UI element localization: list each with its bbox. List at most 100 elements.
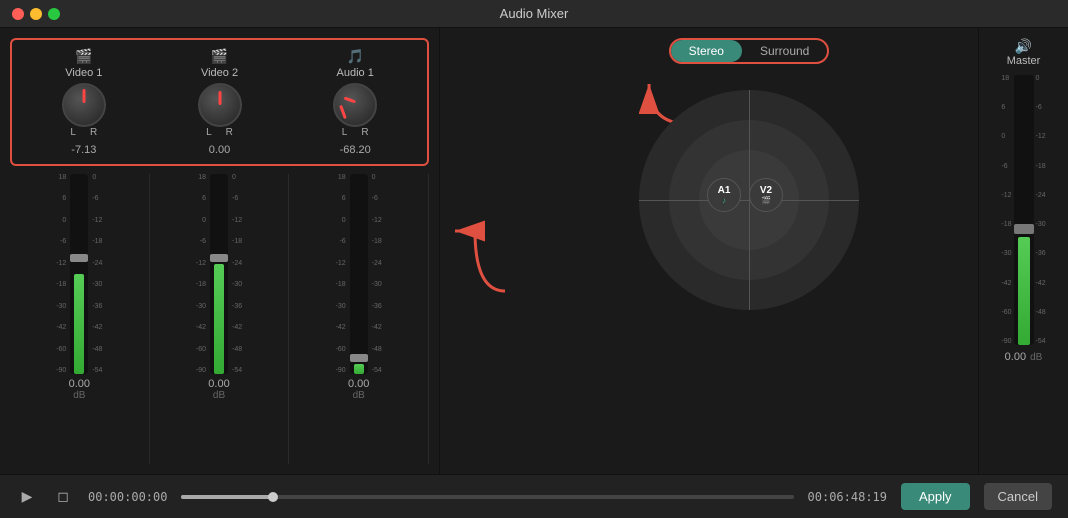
master-fader-handle[interactable] [1014,224,1034,234]
video1-lr: L R [70,127,97,138]
audio1-slider-db-unit: dB [353,390,365,401]
audio1-l: L [342,127,348,138]
master-level-bar [1018,237,1030,345]
audio1-slider-area: 18 6 0 -6 -12 -18 -30 -42 -60 -90 [291,174,426,374]
surround-dot-a1[interactable]: A1 ♪ [707,178,741,212]
left-panel: 🎬 Video 1 L R -7.13 🎬 Video 2 [0,28,440,474]
video2-knob[interactable] [198,83,242,127]
video2-fader-track[interactable] [210,174,228,374]
video1-slider-area: 18 6 0 -6 -12 -18 -30 -42 -60 -90 [12,174,147,374]
video2-scale-left: 18 6 0 -6 -12 -18 -30 -42 -60 -90 [196,174,208,374]
window-controls[interactable] [12,8,60,20]
stereo-surround-toggle[interactable]: Stereo Surround [669,38,830,64]
timecode-end: 00:06:48:19 [808,490,887,504]
master-fader[interactable] [1014,75,1034,345]
video2-db-value: 0.00 [209,144,230,156]
master-slider-area: 18 6 0 -6 -12 -18 -30 -42 -60 -90 0 -6 -… [1001,75,1045,345]
video1-knob-container: L R [62,83,106,138]
master-db-value: 0.00 [1005,351,1026,363]
audio1-scale-right: 0 -6 -12 -18 -24 -30 -36 -42 -48 -54 [370,174,382,374]
audio1-db-value: -68.20 [340,144,371,156]
channel-audio1-header: 🎵 Audio 1 [337,48,374,79]
surround-dot-v2[interactable]: V2 🎬 [749,178,783,212]
minimize-button[interactable] [30,8,42,20]
audio1-slider-db: 0.00 [348,378,369,390]
video1-icon: 🎬 [75,48,92,65]
stop-button[interactable]: ◻ [52,486,74,508]
channel-box: 🎬 Video 1 L R -7.13 🎬 Video 2 [10,38,429,166]
audio1-r: R [361,127,368,138]
video2-knob-container: L R [198,83,242,138]
video2-icon: 🎬 [211,48,228,65]
video1-slider-db-unit: dB [73,390,85,401]
audio1-fader-handle[interactable] [350,354,368,362]
audio1-icon: 🎵 [346,48,363,65]
master-section: 🔊 Master 18 6 0 -6 -12 -18 -30 -42 -60 -… [978,28,1068,474]
video2-slider-channel: 18 6 0 -6 -12 -18 -30 -42 -60 -90 [150,174,290,464]
master-scale-right: 0 -6 -12 -18 -24 -30 -36 -42 -48 -54 [1036,75,1046,345]
video1-level-bar [74,274,84,374]
master-header: 🔊 Master [1007,38,1041,67]
channel-video1-name: Video 1 [65,67,102,79]
video1-scale-right: 0 -6 -12 -18 -24 -30 -36 -42 -48 -54 [90,174,102,374]
dot-v2-icon: 🎬 [761,196,771,205]
progress-handle[interactable] [268,492,278,502]
master-label: Master [1007,55,1041,67]
maximize-button[interactable] [48,8,60,20]
video2-l: L [206,127,212,138]
play-button[interactable]: ▶ [16,486,38,508]
master-scale-left: 18 6 0 -6 -12 -18 -30 -42 -60 -90 [1001,75,1011,345]
middle-panel [440,28,520,474]
audio1-level-bar [354,364,364,374]
stereo-button[interactable]: Stereo [671,40,742,62]
video2-scale-right: 0 -6 -12 -18 -24 -30 -36 -42 -48 -54 [230,174,242,374]
video1-knob[interactable] [62,83,106,127]
video2-slider-db: 0.00 [208,378,229,390]
channel-video1-header: 🎬 Video 1 [65,48,102,79]
close-button[interactable] [12,8,24,20]
video2-slider-area: 18 6 0 -6 -12 -18 -30 -42 -60 -90 [152,174,287,374]
video2-level-bar [214,264,224,374]
video2-slider-bottom: 0.00 dB [208,378,229,401]
audio1-fader-track[interactable] [350,174,368,374]
surround-button[interactable]: Surround [742,40,827,62]
master-speaker-icon: 🔊 [1015,38,1032,55]
dot-a1-icon: ♪ [722,196,726,205]
video1-fader-track[interactable] [70,174,88,374]
channel-video1: 🎬 Video 1 L R -7.13 [20,48,148,156]
window-title: Audio Mixer [500,6,569,21]
bottom-toolbar: ▶ ◻ 00:00:00:00 00:06:48:19 Apply Cancel [0,474,1068,518]
video1-slider-bottom: 0.00 dB [69,378,90,401]
apply-button[interactable]: Apply [901,483,970,510]
channel-video2-name: Video 2 [201,67,238,79]
surround-container: A1 ♪ V2 🎬 [639,90,859,310]
video1-db-value: -7.13 [71,144,96,156]
video2-lr: L R [206,127,233,138]
timecode-start: 00:00:00:00 [88,490,167,504]
channel-video2-header: 🎬 Video 2 [201,48,238,79]
channel-audio1-name: Audio 1 [337,67,374,79]
audio1-slider-bottom: 0.00 dB [348,378,369,401]
audio1-lr: L R [342,127,369,138]
audio1-knob[interactable] [333,83,377,127]
video2-fader-handle[interactable] [210,254,228,262]
video1-fader-handle[interactable] [70,254,88,262]
sliders-section: 18 6 0 -6 -12 -18 -30 -42 -60 -90 [10,174,429,464]
audio1-scale-left: 18 6 0 -6 -12 -18 -30 -42 -60 -90 [336,174,348,374]
audio1-knob-container: L R [333,83,377,138]
channel-audio1: 🎵 Audio 1 L R -68.20 [291,48,419,156]
titlebar: Audio Mixer [0,0,1068,28]
video1-slider-db: 0.00 [69,378,90,390]
video1-l: L [70,127,76,138]
video1-r: R [90,127,97,138]
channel-video2: 🎬 Video 2 L R 0.00 [156,48,284,156]
master-db-row: 0.00 dB [1005,351,1043,363]
arrow-left [445,191,515,311]
progress-fill [181,495,273,499]
video1-slider-channel: 18 6 0 -6 -12 -18 -30 -42 -60 -90 [10,174,150,464]
master-db-unit: dB [1030,352,1042,363]
dot-a1-label: A1 [718,185,731,196]
dot-v2-label: V2 [760,185,772,196]
progress-bar[interactable] [181,495,793,499]
cancel-button[interactable]: Cancel [984,483,1052,510]
